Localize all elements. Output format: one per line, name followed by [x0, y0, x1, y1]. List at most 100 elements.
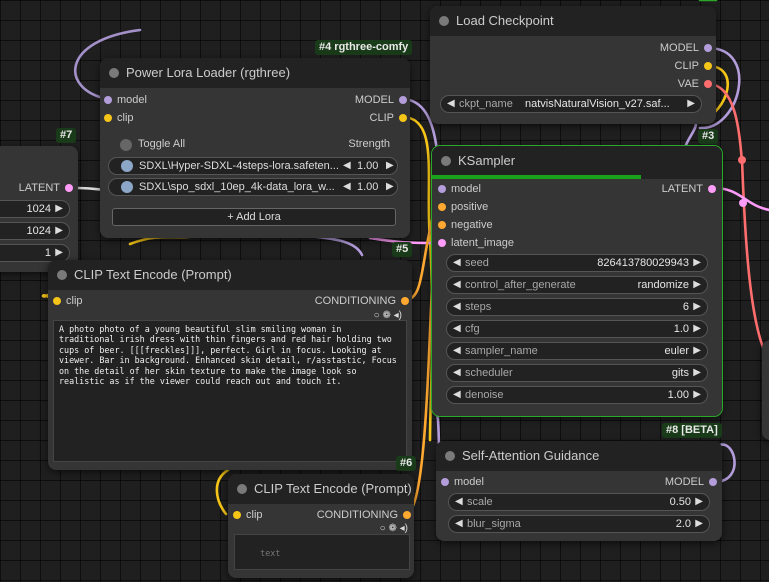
positive-input-slot[interactable]: positive	[438, 200, 488, 214]
cfg-widget[interactable]: ◀ cfg 1.0 ▶	[446, 320, 708, 338]
scale-widget[interactable]: ◀ scale 0.50 ▶	[448, 493, 710, 511]
decrement-arrow-icon[interactable]: ◀	[447, 96, 455, 112]
lora-row[interactable]: SDXL\Hyper-SDXL-4steps-lora.safeten... ◀…	[108, 157, 398, 175]
increment-arrow-icon[interactable]: ▶	[55, 201, 63, 217]
increment-arrow-icon[interactable]: ▶	[695, 516, 703, 532]
increment-arrow-icon[interactable]: ▶	[693, 299, 701, 315]
self-attention-guidance-node[interactable]: Self-Attention Guidance model MODEL ◀ sc…	[436, 441, 722, 541]
collapse-dot-icon[interactable]	[57, 270, 67, 280]
increment-arrow-icon[interactable]: ▶	[693, 343, 701, 359]
widget-tool-icons[interactable]: ○ ❁ ◂)	[380, 523, 408, 534]
latent-output-slot[interactable]: LATENT	[19, 181, 73, 195]
decrement-arrow-icon[interactable]: ◀	[453, 321, 461, 337]
decrement-arrow-icon[interactable]: ◀	[455, 516, 463, 532]
sampler-name-widget[interactable]: ◀ sampler_name euler ▶	[446, 342, 708, 360]
increment-arrow-icon[interactable]: ▶	[693, 387, 701, 403]
clip-input-slot[interactable]: clip	[233, 508, 263, 522]
clip-input-slot[interactable]: clip	[104, 111, 134, 125]
model-output-slot[interactable]: MODEL	[665, 475, 717, 489]
latent-dot-icon	[65, 184, 73, 192]
seed-widget[interactable]: ◀ seed 826413780029943 ▶	[446, 254, 708, 272]
increment-arrow-icon[interactable]: ▶	[386, 179, 394, 195]
model-dot-icon	[438, 185, 446, 193]
prompt-textarea[interactable]: text	[234, 534, 410, 570]
ckpt-name-select[interactable]: ◀ ckpt_name natvisNaturalVision_v27.saf.…	[440, 95, 702, 113]
node-id-badge: #7	[56, 128, 77, 143]
decrement-arrow-icon[interactable]: ◀	[453, 277, 461, 293]
node-title[interactable]: CLIP Text Encode (Prompt)	[48, 260, 412, 290]
node-title[interactable]: CLIP Text Encode (Prompt)	[228, 474, 414, 504]
conditioning-output-slot[interactable]: CONDITIONING	[317, 508, 411, 522]
latent-image-input-slot[interactable]: latent_image	[438, 236, 514, 250]
offscreen-node[interactable]	[762, 340, 769, 440]
increment-arrow-icon[interactable]: ▶	[55, 223, 63, 239]
collapse-dot-icon[interactable]	[109, 68, 119, 78]
conditioning-dot-icon	[438, 221, 446, 229]
latent-output-slot[interactable]: LATENT	[662, 182, 716, 196]
model-output-slot[interactable]: MODEL	[355, 93, 407, 107]
model-input-slot[interactable]: model	[104, 93, 147, 107]
toggle-all-switch[interactable]	[120, 139, 132, 151]
height-widget[interactable]: 1024 ▶	[0, 222, 70, 240]
increment-arrow-icon[interactable]: ▶	[693, 277, 701, 293]
clip-input-slot[interactable]: clip	[53, 294, 83, 308]
toggle-all-label: Toggle All	[138, 138, 186, 150]
negative-input-slot[interactable]: negative	[438, 218, 493, 232]
clip-dot-icon	[704, 62, 712, 70]
node-title[interactable]: KSampler	[432, 146, 722, 176]
decrement-arrow-icon[interactable]: ◀	[343, 179, 351, 195]
blur-sigma-widget[interactable]: ◀ blur_sigma 2.0 ▶	[448, 515, 710, 533]
lora-toggle-switch[interactable]	[121, 181, 133, 193]
vae-output-slot[interactable]: VAE	[678, 77, 712, 91]
lora-name: SDXL\Hyper-SDXL-4steps-lora.safeten...	[139, 160, 339, 172]
prompt-textarea[interactable]: A photo photo of a young beautiful slim …	[53, 320, 407, 462]
conditioning-output-slot[interactable]: CONDITIONING	[315, 294, 409, 308]
collapse-dot-icon[interactable]	[441, 156, 451, 166]
clip-text-encode-negative-node[interactable]: CLIP Text Encode (Prompt) clip CONDITION…	[228, 474, 414, 578]
power-lora-loader-node[interactable]: Power Lora Loader (rgthree) model clip M…	[100, 58, 410, 238]
add-lora-button[interactable]: + Add Lora	[112, 208, 396, 226]
decrement-arrow-icon[interactable]: ◀	[455, 494, 463, 510]
ksampler-node[interactable]: KSampler model positive negative latent_…	[431, 145, 723, 417]
load-checkpoint-node[interactable]: Load Checkpoint MODEL CLIP VAE ◀ ckpt_na…	[430, 6, 716, 124]
increment-arrow-icon[interactable]: ▶	[693, 321, 701, 337]
steps-widget[interactable]: ◀ steps 6 ▶	[446, 298, 708, 316]
latent-dot-icon	[438, 239, 446, 247]
increment-arrow-icon[interactable]: ▶	[386, 158, 394, 174]
model-output-slot[interactable]: MODEL	[660, 41, 712, 55]
lora-strength[interactable]: 1.00	[357, 158, 378, 174]
empty-latent-node[interactable]: LATENT 1024 ▶ 1024 ▶ 1 ▶	[0, 146, 78, 272]
increment-arrow-icon[interactable]: ▶	[693, 365, 701, 381]
width-widget[interactable]: 1024 ▶	[0, 200, 70, 218]
decrement-arrow-icon[interactable]: ◀	[453, 343, 461, 359]
increment-arrow-icon[interactable]: ▶	[695, 494, 703, 510]
scheduler-widget[interactable]: ◀ scheduler gits ▶	[446, 364, 708, 382]
decrement-arrow-icon[interactable]: ◀	[453, 387, 461, 403]
denoise-widget[interactable]: ◀ denoise 1.00 ▶	[446, 386, 708, 404]
node-title[interactable]: Self-Attention Guidance	[436, 441, 722, 471]
lora-row[interactable]: SDXL\spo_sdxl_10ep_4k-data_lora_w... ◀ 1…	[108, 178, 398, 196]
decrement-arrow-icon[interactable]: ◀	[343, 158, 351, 174]
increment-arrow-icon[interactable]: ▶	[693, 255, 701, 271]
control-after-generate-widget[interactable]: ◀ control_after_generate randomize ▶	[446, 276, 708, 294]
progress-fill	[432, 175, 641, 179]
decrement-arrow-icon[interactable]: ◀	[453, 255, 461, 271]
node-title[interactable]: Load Checkpoint	[430, 6, 716, 36]
collapse-dot-icon[interactable]	[445, 451, 455, 461]
increment-arrow-icon[interactable]: ▶	[55, 245, 63, 261]
progress-bar	[432, 175, 722, 179]
increment-arrow-icon[interactable]: ▶	[687, 96, 695, 112]
model-input-slot[interactable]: model	[438, 182, 481, 196]
clip-output-slot[interactable]: CLIP	[370, 111, 407, 125]
decrement-arrow-icon[interactable]: ◀	[453, 365, 461, 381]
collapse-dot-icon[interactable]	[439, 16, 449, 26]
model-input-slot[interactable]: model	[441, 475, 484, 489]
lora-strength[interactable]: 1.00	[357, 179, 378, 195]
lora-toggle-switch[interactable]	[121, 160, 133, 172]
node-id-badge: #4 rgthree-comfy	[315, 40, 413, 55]
node-title[interactable]: Power Lora Loader (rgthree)	[100, 58, 410, 88]
clip-text-encode-positive-node[interactable]: CLIP Text Encode (Prompt) clip CONDITION…	[48, 260, 412, 470]
collapse-dot-icon[interactable]	[237, 484, 247, 494]
clip-output-slot[interactable]: CLIP	[675, 59, 712, 73]
decrement-arrow-icon[interactable]: ◀	[453, 299, 461, 315]
